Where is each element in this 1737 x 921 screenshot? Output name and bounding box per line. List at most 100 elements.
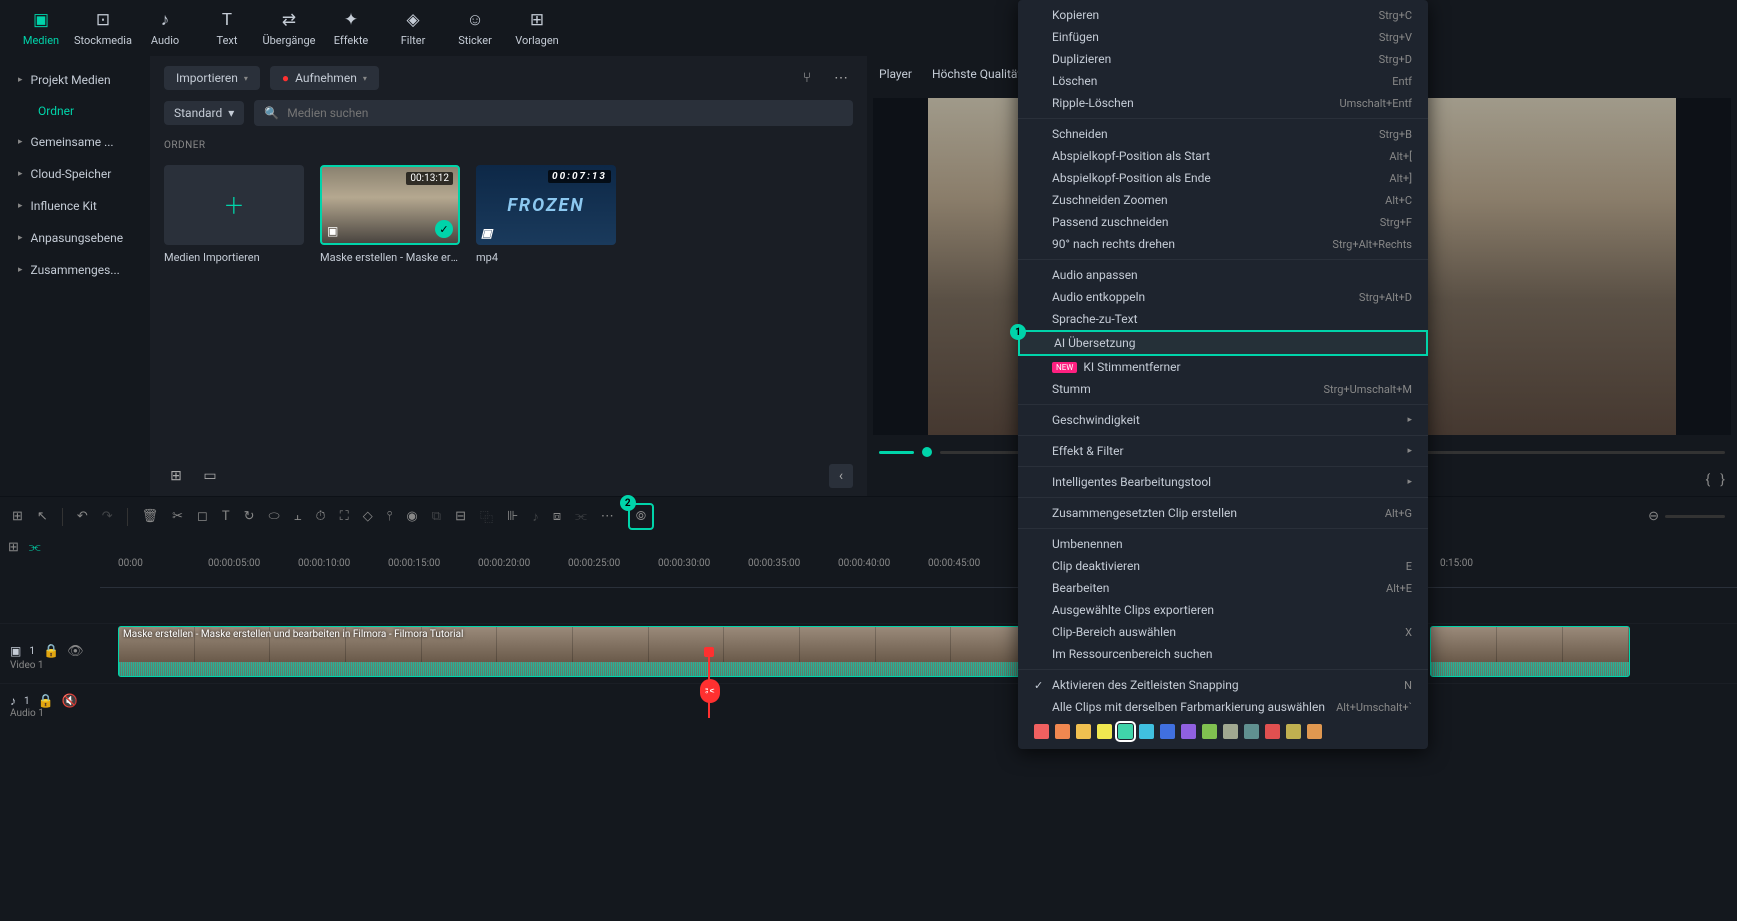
- text-icon[interactable]: T: [222, 509, 230, 524]
- ctx-item[interactable]: Umbenennen: [1018, 533, 1428, 555]
- import-button[interactable]: Importieren▾: [164, 66, 260, 90]
- color-swatch[interactable]: [1286, 724, 1301, 739]
- ctx-item[interactable]: Ausgewählte Clips exportieren: [1018, 599, 1428, 621]
- import-card[interactable]: +: [164, 165, 304, 245]
- color-swatch[interactable]: [1202, 724, 1217, 739]
- color-swatch[interactable]: [1118, 724, 1133, 739]
- crop-icon[interactable]: ◻: [197, 509, 208, 524]
- record-button[interactable]: ●Aufnehmen▾: [270, 66, 379, 90]
- folder-icon[interactable]: ▭: [198, 464, 222, 488]
- video-clip-1[interactable]: Maske erstellen - Maske erstellen und be…: [118, 626, 1028, 677]
- record-icon[interactable]: ◉: [406, 509, 417, 524]
- toolbar-tab-filter[interactable]: ◈Filter: [382, 0, 444, 56]
- group-icon[interactable]: ⊟: [455, 509, 466, 524]
- ctx-item[interactable]: NEWKI Stimmentferner: [1018, 356, 1428, 378]
- ctx-item[interactable]: Zuschneiden ZoomenAlt+C: [1018, 189, 1428, 211]
- color-swatch[interactable]: [1160, 724, 1175, 739]
- playhead[interactable]: [708, 653, 710, 718]
- color-swatch[interactable]: [1139, 724, 1154, 739]
- toolbar-tab-übergänge[interactable]: ⇄Übergänge: [258, 0, 320, 56]
- lock-icon[interactable]: 🔒: [38, 694, 54, 709]
- ctx-item[interactable]: DuplizierenStrg+D: [1018, 48, 1428, 70]
- color-swatch[interactable]: [1307, 724, 1322, 739]
- bracket-out-icon[interactable]: }: [1720, 472, 1725, 488]
- ctx-item[interactable]: Clip deaktivierenE: [1018, 555, 1428, 577]
- ctx-item[interactable]: KopierenStrg+C: [1018, 4, 1428, 26]
- ctx-item[interactable]: Zusammengesetzten Clip erstellenAlt+G: [1018, 502, 1428, 524]
- ai-tool-highlight[interactable]: 2 ⦾: [628, 503, 654, 530]
- ctx-item[interactable]: Alle Clips mit derselben Farbmarkierung …: [1018, 696, 1428, 718]
- ctx-item[interactable]: 1AI Übersetzung: [1018, 330, 1428, 356]
- ctx-item[interactable]: Effekt & Filter▸: [1018, 440, 1428, 462]
- toolbar-tab-effekte[interactable]: ✦Effekte: [320, 0, 382, 56]
- ctx-item[interactable]: EinfügenStrg+V: [1018, 26, 1428, 48]
- sidebar-item[interactable]: ▸Anpasungsebene: [8, 222, 142, 254]
- more-icon[interactable]: ⋯: [829, 66, 853, 90]
- adjust-icon[interactable]: ⫠: [294, 509, 302, 524]
- sidebar-item[interactable]: ▸Cloud-Speicher: [8, 158, 142, 190]
- eye-icon[interactable]: 👁: [67, 644, 84, 659]
- cut-marker[interactable]: ✂: [700, 679, 720, 703]
- timeline-ruler[interactable]: 00:0000:00:05:0000:00:10:0000:00:15:0000…: [100, 558, 1737, 588]
- toolbar-tab-sticker[interactable]: ☺Sticker: [444, 0, 506, 56]
- more-tools-icon[interactable]: ⋯: [601, 509, 614, 524]
- ctx-item[interactable]: Audio entkoppelnStrg+Alt+D: [1018, 286, 1428, 308]
- link-icon[interactable]: ⧉: [432, 509, 441, 524]
- toolbar-tab-stockmedia[interactable]: ⊡Stockmedia: [72, 0, 134, 56]
- settings-icon[interactable]: ⫯: [387, 509, 393, 524]
- color-swatch[interactable]: [1097, 724, 1112, 739]
- search-input[interactable]: 🔍: [254, 100, 853, 126]
- ctx-item[interactable]: Abspielkopf-Position als EndeAlt+]: [1018, 167, 1428, 189]
- ctx-item[interactable]: SchneidenStrg+B: [1018, 123, 1428, 145]
- sidebar-item[interactable]: ▸Projekt Medien: [8, 64, 142, 96]
- toolbar-tab-text[interactable]: TText: [196, 0, 258, 56]
- color-swatch[interactable]: [1244, 724, 1259, 739]
- media-card[interactable]: 00:13:12▣✓Maske erstellen - Maske erst..…: [320, 165, 460, 264]
- redo-icon[interactable]: ↷: [102, 509, 113, 524]
- color-swatch[interactable]: [1055, 724, 1070, 739]
- sidebar-item[interactable]: ▸Zusammenges...: [8, 254, 142, 286]
- sidebar-subitem[interactable]: Ordner: [8, 96, 142, 126]
- color-swatch[interactable]: [1223, 724, 1238, 739]
- pointer-icon[interactable]: ↖: [37, 509, 48, 524]
- new-folder-icon[interactable]: ⊞: [164, 464, 188, 488]
- ctx-item[interactable]: Im Ressourcenbereich suchen: [1018, 643, 1428, 665]
- sort-dropdown[interactable]: Standard▾: [164, 101, 244, 125]
- mute-icon[interactable]: 🔇: [62, 694, 78, 709]
- color-swatch[interactable]: [1076, 724, 1091, 739]
- tl-layout-icon[interactable]: ⊞: [8, 540, 19, 555]
- dup-icon[interactable]: ⧈: [553, 509, 561, 524]
- media-card[interactable]: FROZEN00:07:13▣mp4: [476, 165, 616, 264]
- lock-icon[interactable]: 🔒: [43, 644, 59, 659]
- ctx-item[interactable]: BearbeitenAlt+E: [1018, 577, 1428, 599]
- ctx-item[interactable]: Intelligentes Bearbeitungstool▸: [1018, 471, 1428, 493]
- ctx-item[interactable]: Clip-Bereich auswählenX: [1018, 621, 1428, 643]
- ctx-item[interactable]: Passend zuschneidenStrg+F: [1018, 211, 1428, 233]
- toolbar-tab-vorlagen[interactable]: ⊞Vorlagen: [506, 0, 568, 56]
- ctx-item[interactable]: Abspielkopf-Position als StartAlt+[: [1018, 145, 1428, 167]
- align-icon[interactable]: ⊪: [507, 509, 518, 524]
- tag-icon[interactable]: ◇: [363, 509, 373, 524]
- ctx-item[interactable]: StummStrg+Umschalt+M: [1018, 378, 1428, 400]
- ctx-item[interactable]: Audio anpassen: [1018, 264, 1428, 286]
- filter-icon[interactable]: ⑂: [795, 66, 819, 90]
- shape-icon[interactable]: ⬭: [269, 509, 280, 524]
- ctx-item[interactable]: Sprache-zu-Text: [1018, 308, 1428, 330]
- sidebar-item[interactable]: ▸Influence Kit: [8, 190, 142, 222]
- ctx-item[interactable]: LöschenEntf: [1018, 70, 1428, 92]
- color-swatch[interactable]: [1181, 724, 1196, 739]
- ctx-item[interactable]: ✓Aktivieren des Zeitleisten SnappingN: [1018, 674, 1428, 696]
- undo-icon[interactable]: ↶: [77, 509, 88, 524]
- cut-icon[interactable]: ✂: [172, 509, 183, 524]
- timer-icon[interactable]: ⏱: [316, 509, 326, 524]
- refresh-icon[interactable]: ↻: [244, 509, 255, 524]
- tl-link-icon[interactable]: ⫘: [29, 540, 41, 555]
- collapse-icon[interactable]: ‹: [829, 464, 853, 488]
- copy-icon[interactable]: ⿻: [480, 507, 493, 526]
- trash-icon[interactable]: 🗑: [142, 509, 159, 524]
- chain-icon[interactable]: ⫘: [575, 509, 587, 524]
- zoom-out-icon[interactable]: ⊖: [1648, 509, 1659, 524]
- color-swatch[interactable]: [1265, 724, 1280, 739]
- toolbar-tab-audio[interactable]: ♪Audio: [134, 0, 196, 56]
- ctx-item[interactable]: Ripple-LöschenUmschalt+Entf: [1018, 92, 1428, 114]
